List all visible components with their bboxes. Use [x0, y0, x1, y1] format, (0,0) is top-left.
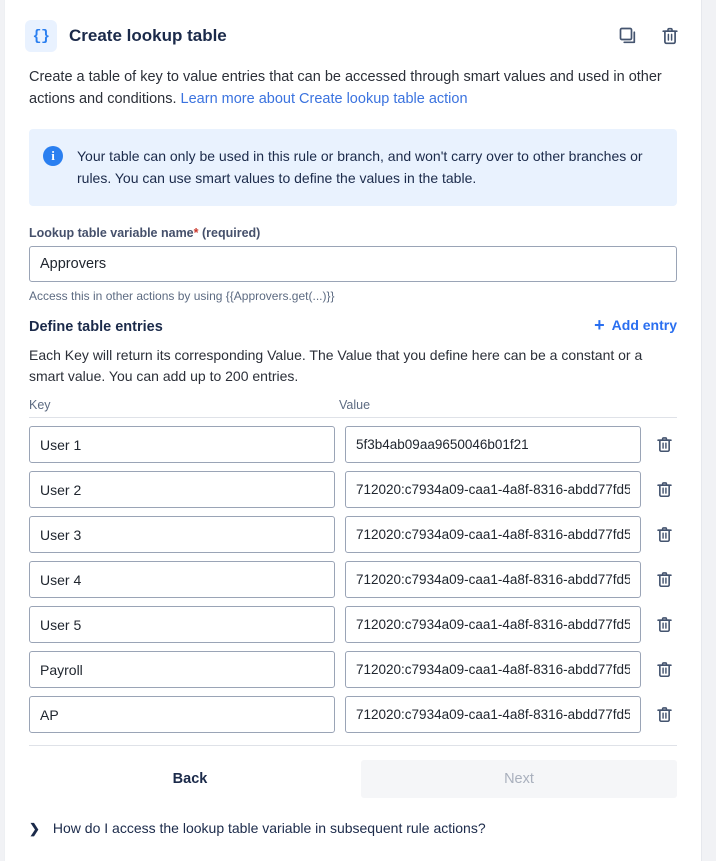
entry-key-input[interactable]: [29, 561, 335, 599]
info-banner: i Your table can only be used in this ru…: [29, 128, 677, 206]
info-icon: i: [43, 145, 63, 166]
entry-key-input[interactable]: [29, 471, 335, 509]
entry-key-input[interactable]: [29, 426, 335, 464]
trash-icon: [656, 572, 672, 588]
header-actions: [615, 23, 683, 49]
table-rows: [29, 426, 677, 734]
table-row: [29, 696, 677, 734]
entry-key-input[interactable]: [29, 606, 335, 644]
table-column-headers: Key Value: [29, 398, 677, 419]
delete-entry-button[interactable]: [651, 655, 677, 685]
table-row: [29, 516, 677, 554]
back-button[interactable]: Back: [29, 760, 351, 798]
page-title: Create lookup table: [69, 26, 227, 45]
trash-icon: [656, 617, 672, 633]
table-row: [29, 426, 677, 464]
braces-icon: {}: [32, 27, 50, 45]
entry-value-input[interactable]: [345, 471, 641, 509]
trash-icon: [656, 662, 672, 678]
wizard-footer: Back Next: [29, 760, 677, 799]
entries-title: Define table entries: [29, 318, 163, 335]
delete-action-button[interactable]: [657, 23, 683, 49]
plus-icon: +: [594, 314, 605, 335]
delete-entry-button[interactable]: [651, 700, 677, 730]
variable-name-input[interactable]: [29, 245, 677, 282]
entry-key-input[interactable]: [29, 516, 335, 554]
duplicate-icon: [619, 27, 636, 44]
chevron-right-icon: ❯: [29, 820, 40, 836]
variable-name-label-text: Lookup table variable name: [29, 225, 194, 240]
add-entry-label: Add entry: [611, 316, 677, 333]
entry-value-input[interactable]: [345, 651, 641, 689]
faq-question: How do I access the lookup table variabl…: [52, 820, 486, 837]
entry-key-input[interactable]: [29, 651, 335, 689]
info-banner-text: Your table can only be used in this rule…: [77, 147, 643, 187]
delete-entry-button[interactable]: [651, 565, 677, 595]
entries-description: Each Key will return its corresponding V…: [29, 346, 643, 385]
entry-value-input[interactable]: [345, 426, 641, 464]
trash-icon: [656, 437, 672, 453]
entry-value-input[interactable]: [345, 561, 641, 599]
delete-entry-button[interactable]: [651, 430, 677, 460]
card-header: {} Create lookup table: [5, 0, 701, 58]
column-header-key: Key: [29, 398, 51, 413]
action-description: Create a table of key to value entries t…: [5, 58, 701, 111]
delete-entry-button[interactable]: [651, 520, 677, 550]
faq-expander[interactable]: ❯ How do I access the lookup table varia…: [5, 820, 701, 836]
entries-table: Key Value: [29, 398, 677, 747]
entry-key-input[interactable]: [29, 696, 335, 734]
entry-value-input[interactable]: [345, 696, 641, 734]
trash-icon: [662, 27, 678, 45]
column-header-value: Value: [339, 398, 371, 413]
entries-header: Define table entries + Add entry: [29, 316, 677, 335]
variable-name-label: Lookup table variable name* (required): [29, 226, 677, 240]
duplicate-button[interactable]: [615, 23, 641, 49]
entry-value-input[interactable]: [345, 516, 641, 554]
learn-more-link[interactable]: Learn more about Create lookup table act…: [181, 91, 468, 107]
required-note: (required): [198, 225, 261, 240]
table-bottom-divider: [29, 745, 677, 747]
action-card: {} Create lookup table Create a table of…: [4, 0, 702, 861]
add-entry-button[interactable]: + Add entry: [594, 316, 677, 335]
lookup-table-badge: {}: [25, 20, 57, 52]
table-row: [29, 651, 677, 689]
delete-entry-button[interactable]: [651, 610, 677, 640]
variable-name-help: Access this in other actions by using {{…: [29, 288, 335, 303]
page-root: {} Create lookup table Create a table of…: [0, 0, 716, 861]
table-row: [29, 561, 677, 599]
next-button[interactable]: Next: [361, 760, 677, 799]
entry-value-input[interactable]: [345, 606, 641, 644]
trash-icon: [656, 527, 672, 543]
table-row: [29, 471, 677, 509]
trash-icon: [656, 482, 672, 498]
table-row: [29, 606, 677, 644]
trash-icon: [656, 707, 672, 723]
delete-entry-button[interactable]: [651, 475, 677, 505]
